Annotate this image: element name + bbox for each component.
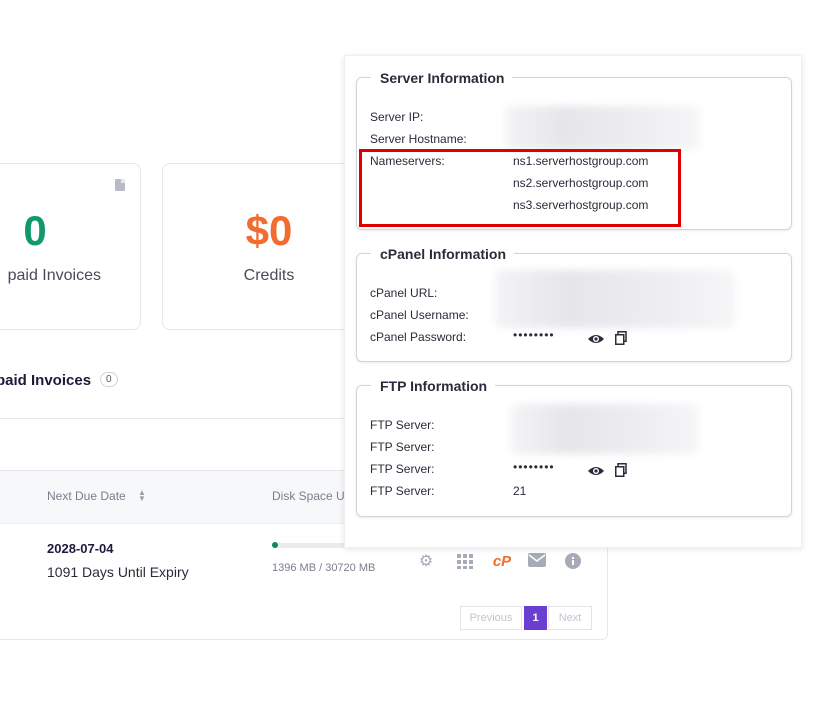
column-disk-space[interactable]: Disk Space U: [272, 489, 345, 503]
server-ip-label: Server IP:: [370, 110, 424, 124]
column-next-due-date[interactable]: Next Due Date: [47, 489, 126, 503]
server-information-title: Server Information: [371, 70, 513, 86]
cpanel-details-redacted: [495, 270, 735, 328]
ftp-port-value: 21: [513, 484, 527, 498]
due-date: 2028-07-04: [47, 541, 114, 556]
ftp-server-label-2: FTP Server:: [370, 440, 435, 454]
copy-password-icon[interactable]: [615, 331, 627, 345]
unpaid-invoices-count: 0: [23, 207, 47, 254]
previous-page-button[interactable]: Previous: [460, 606, 522, 630]
credits-label: Credits: [243, 267, 295, 284]
copy-ftp-password-icon[interactable]: [615, 463, 627, 477]
ftp-server-label-1: FTP Server:: [370, 418, 435, 432]
mail-icon[interactable]: [528, 553, 546, 571]
expiry-text: 1091 Days Until Expiry: [47, 564, 189, 580]
page-1-button[interactable]: 1: [524, 606, 547, 630]
info-icon[interactable]: [564, 553, 582, 571]
ftp-details-redacted: [511, 404, 699, 454]
server-hostname-label: Server Hostname:: [370, 132, 467, 146]
sort-icon[interactable]: ▲ ▼: [138, 489, 146, 503]
next-page-button[interactable]: Next: [548, 606, 592, 630]
cpanel-username-label: cPanel Username:: [370, 308, 469, 322]
nameservers-highlight: [359, 149, 681, 227]
grid-icon[interactable]: [456, 553, 474, 571]
cpanel-icon[interactable]: cP: [490, 553, 514, 571]
ftp-server-label-4: FTP Server:: [370, 484, 435, 498]
cpanel-password-value: ••••••••: [513, 328, 555, 342]
cpanel-url-label: cPanel URL:: [370, 286, 438, 300]
unpaid-invoices-card[interactable]: 0 paid Invoices: [0, 163, 141, 330]
document-icon: [115, 179, 125, 191]
unpaid-invoices-title: paid Invoices: [0, 372, 92, 389]
show-password-icon[interactable]: [588, 332, 604, 344]
ftp-information-title: FTP Information: [371, 378, 496, 394]
credits-value: $0: [245, 207, 293, 254]
show-ftp-password-icon[interactable]: [588, 464, 604, 476]
cpanel-information-title: cPanel Information: [371, 246, 515, 262]
cpanel-password-label: cPanel Password:: [370, 330, 467, 344]
unpaid-invoices-badge: 0: [100, 372, 118, 387]
gear-icon[interactable]: ⚙: [417, 553, 435, 571]
credits-card[interactable]: $0 Credits: [162, 163, 364, 330]
disk-usage-text: 1396 MB / 30720 MB: [272, 562, 376, 574]
ftp-password-value: ••••••••: [513, 460, 555, 474]
disk-usage-fill: [272, 542, 278, 548]
unpaid-invoices-label: paid Invoices: [7, 267, 101, 284]
server-details-redacted: [505, 106, 700, 150]
ftp-server-label-3: FTP Server:: [370, 462, 435, 476]
